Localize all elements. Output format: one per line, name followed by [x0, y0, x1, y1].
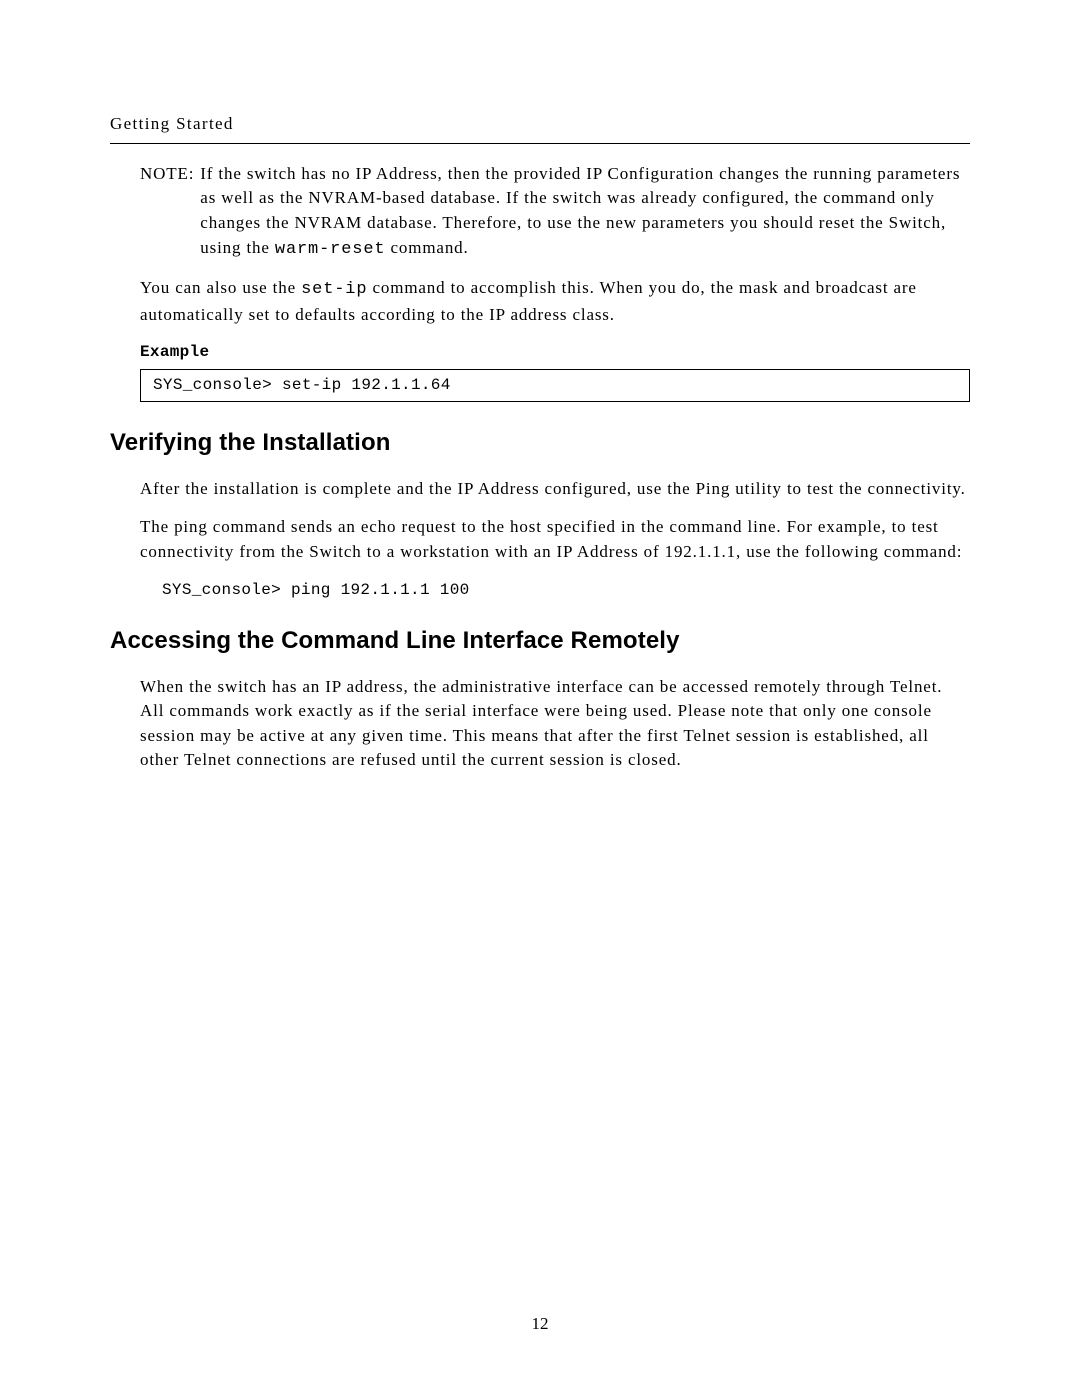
setip-pre: You can also use the	[140, 278, 301, 297]
note-block: NOTE: If the switch has no IP Address, t…	[140, 162, 970, 263]
example-code-box: SYS_console> set-ip 192.1.1.64	[140, 369, 970, 402]
inline-code-warm-reset: warm-reset	[275, 240, 386, 259]
running-header: Getting Started	[110, 112, 970, 137]
note-body-post: command.	[385, 238, 468, 257]
paragraph-setip: You can also use the set-ip command to a…	[140, 276, 970, 327]
header-rule	[110, 143, 970, 144]
note-body: If the switch has no IP Address, then th…	[200, 162, 970, 263]
heading-verifying-installation: Verifying the Installation	[110, 426, 970, 461]
verify-p2: The ping command sends an echo request t…	[140, 515, 970, 564]
page-number: 12	[0, 1312, 1080, 1337]
verify-p1: After the installation is complete and t…	[140, 477, 970, 502]
example-label: Example	[140, 341, 970, 364]
heading-accessing-cli-remotely: Accessing the Command Line Interface Rem…	[110, 624, 970, 659]
document-page: Getting Started NOTE: If the switch has …	[0, 0, 1080, 1397]
inline-code-setip: set-ip	[301, 280, 367, 299]
note-label: NOTE:	[140, 162, 194, 263]
remote-p1: When the switch has an IP address, the a…	[140, 675, 970, 774]
ping-code-line: SYS_console> ping 192.1.1.1 100	[162, 579, 970, 602]
